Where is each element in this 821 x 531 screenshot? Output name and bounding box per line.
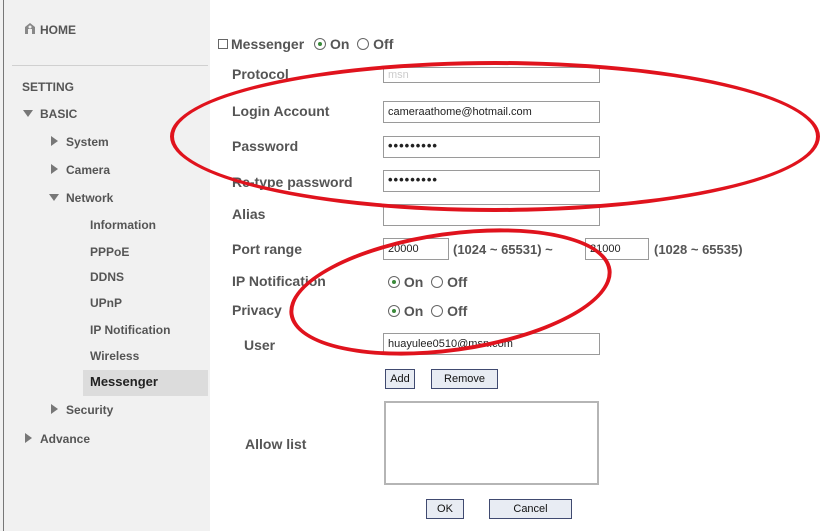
ip-notification-off-radio[interactable]: [431, 276, 444, 288]
privacy-off-label: Off: [447, 303, 468, 319]
retype-password-field[interactable]: •••••••••: [383, 170, 600, 192]
password-label: Password: [232, 138, 299, 154]
sidebar-item-pppoe[interactable]: PPPoE: [90, 245, 129, 259]
protocol-label: Protocol: [232, 66, 289, 82]
collapsed-triangle-icon: [48, 403, 60, 415]
sidebar-divider: [12, 65, 208, 66]
user-label: User: [244, 337, 276, 353]
messenger-checkbox[interactable]: [218, 39, 228, 49]
port-from-hint: (1024 ~ 65531) ~: [453, 242, 553, 257]
system-label: System: [66, 135, 109, 149]
collapsed-triangle-icon: [22, 432, 34, 444]
messenger-off-radio[interactable]: [357, 38, 370, 50]
ip-notification-radios: On Off: [388, 274, 467, 290]
expanded-triangle-icon: [48, 191, 60, 203]
login-account-field[interactable]: cameraathome@hotmail.com: [383, 101, 600, 123]
privacy-on-label: On: [403, 303, 424, 319]
basic-label: BASIC: [40, 107, 78, 121]
allow-list-label: Allow list: [245, 436, 307, 452]
sidebar-item-system[interactable]: System: [48, 135, 109, 149]
messenger-on-label: On: [329, 36, 350, 52]
password-field[interactable]: •••••••••: [383, 136, 600, 158]
sidebar-item-basic[interactable]: BASIC: [22, 107, 77, 121]
sidebar-item-camera[interactable]: Camera: [48, 163, 110, 177]
sidebar-item-security[interactable]: Security: [48, 403, 113, 417]
ok-button[interactable]: OK: [426, 499, 464, 519]
expanded-triangle-icon: [22, 107, 34, 119]
ip-notification-off-label: Off: [447, 274, 468, 290]
sidebar-item-network[interactable]: Network: [48, 191, 113, 205]
messenger-on-radio[interactable]: [314, 38, 327, 50]
camera-label: Camera: [66, 163, 111, 177]
alias-field[interactable]: [383, 204, 600, 226]
network-label: Network: [66, 191, 114, 205]
messenger-label: Messenger: [231, 36, 305, 52]
privacy-off-radio[interactable]: [431, 305, 444, 317]
remove-button[interactable]: Remove: [431, 369, 498, 389]
sidebar-item-messenger[interactable]: Messenger: [90, 374, 158, 389]
sidebar-item-ip-notification[interactable]: IP Notification: [90, 323, 170, 337]
ip-notification-on-label: On: [403, 274, 424, 290]
ip-notification-on-radio[interactable]: [388, 276, 400, 288]
security-label: Security: [66, 403, 114, 417]
port-range-label: Port range: [232, 241, 303, 257]
sidebar-item-ddns[interactable]: DDNS: [90, 270, 124, 284]
add-button[interactable]: Add: [385, 369, 415, 389]
port-to-hint: (1028 ~ 65535): [654, 242, 743, 257]
protocol-field[interactable]: msn: [383, 67, 600, 83]
advance-label: Advance: [40, 432, 91, 446]
collapsed-triangle-icon: [48, 135, 60, 147]
ip-notification-label: IP Notification: [232, 273, 326, 289]
setting-heading: SETTING: [22, 80, 75, 94]
cancel-button[interactable]: Cancel: [489, 499, 572, 519]
alias-label: Alias: [232, 206, 266, 222]
messenger-toggle-row: Messenger On Off: [218, 36, 393, 52]
login-account-label: Login Account: [232, 103, 330, 119]
sidebar-item-information[interactable]: Information: [90, 218, 156, 232]
allow-list-box[interactable]: [384, 401, 599, 485]
home-label: HOME: [40, 23, 76, 37]
privacy-label: Privacy: [232, 302, 282, 318]
sidebar-item-advance[interactable]: Advance: [22, 432, 90, 446]
home-icon: [23, 22, 37, 36]
collapsed-triangle-icon: [48, 163, 60, 175]
privacy-radios: On Off: [388, 303, 467, 319]
left-border: [3, 0, 4, 531]
port-from-field[interactable]: 20000: [383, 238, 449, 260]
retype-password-label: Re-type password: [232, 174, 353, 190]
sidebar-item-wireless[interactable]: Wireless: [90, 349, 139, 363]
home-link[interactable]: HOME: [23, 22, 76, 37]
sidebar-item-upnp[interactable]: UPnP: [90, 296, 122, 310]
messenger-off-label: Off: [373, 36, 394, 52]
user-field[interactable]: huayulee0510@msn.com: [383, 333, 600, 355]
privacy-on-radio[interactable]: [388, 305, 400, 317]
port-to-field[interactable]: 21000: [585, 238, 649, 260]
